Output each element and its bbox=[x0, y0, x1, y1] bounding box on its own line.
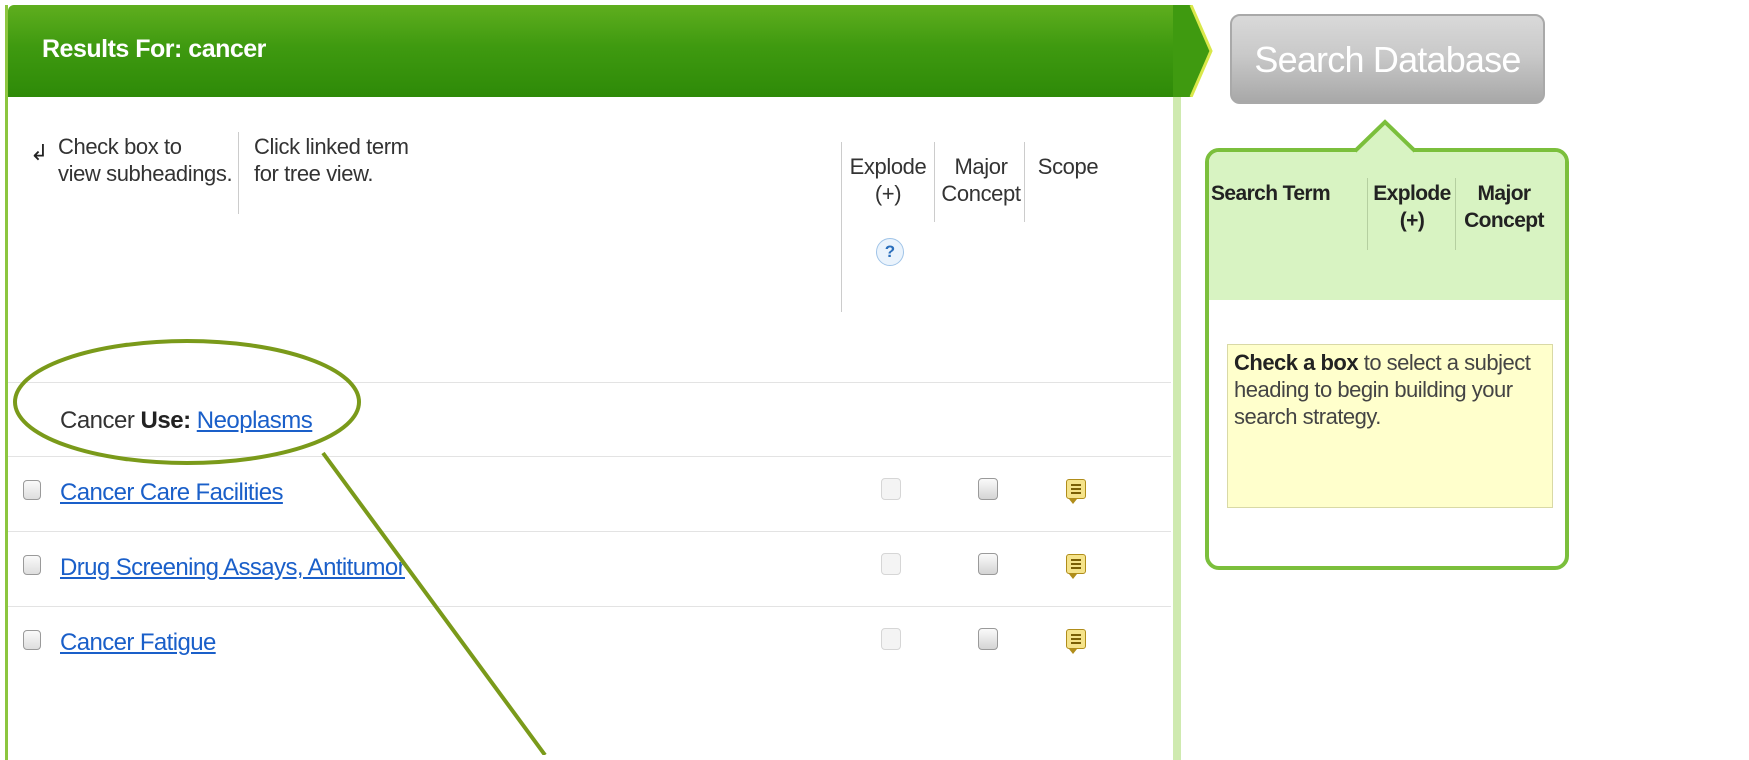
link-hint-line2: for tree view. bbox=[254, 161, 374, 186]
table-row: Drug Screening Assays, Antitumor bbox=[8, 531, 1171, 607]
subheadings-checkbox[interactable] bbox=[23, 555, 41, 575]
builder-explode-line1: Explode bbox=[1373, 182, 1451, 205]
major-concept-checkbox[interactable] bbox=[978, 628, 998, 650]
builder-major-line1: Major bbox=[1477, 182, 1531, 205]
term-link[interactable]: Drug Screening Assays, Antitumor bbox=[60, 554, 406, 582]
divider bbox=[1024, 142, 1025, 222]
link-hint: Click linked term for tree view. bbox=[254, 133, 409, 187]
scope-note-icon[interactable] bbox=[1066, 479, 1086, 504]
subheadings-checkbox[interactable] bbox=[23, 630, 41, 650]
search-database-button[interactable]: Search Database bbox=[1230, 14, 1545, 104]
use-reference-row: Cancer Use: Neoplasms bbox=[8, 382, 1171, 457]
scope-note-icon[interactable] bbox=[1066, 629, 1086, 654]
term-link[interactable]: Cancer Care Facilities bbox=[60, 479, 283, 507]
results-title: Results For: cancer bbox=[42, 35, 266, 63]
results-panel: Results For: cancer ↲ Check box to view … bbox=[5, 5, 1213, 760]
use-label: Use: bbox=[140, 407, 192, 434]
explode-header-line1: Explode bbox=[849, 154, 927, 179]
results-header: Results For: cancer bbox=[8, 5, 1173, 97]
builder-explode-header: Explode (+) bbox=[1369, 180, 1455, 234]
major-header-line1: Major bbox=[954, 154, 1008, 179]
divider bbox=[238, 132, 239, 214]
explode-checkbox[interactable] bbox=[881, 553, 901, 575]
help-icon[interactable]: ? bbox=[876, 238, 904, 266]
divider bbox=[841, 142, 842, 312]
panel-right-border bbox=[1173, 97, 1181, 760]
use-term: Cancer bbox=[60, 407, 135, 434]
use-reference-text: Cancer Use: Neoplasms bbox=[60, 407, 313, 435]
explode-checkbox[interactable] bbox=[881, 628, 901, 650]
link-hint-line1: Click linked term bbox=[254, 134, 409, 159]
search-builder-header: Search Term Explode (+) Major Concept bbox=[1209, 152, 1565, 300]
scope-note-icon[interactable] bbox=[1066, 554, 1086, 579]
major-concept-column-header: Major Concept bbox=[936, 153, 1026, 207]
panel-pointer-icon bbox=[1355, 119, 1415, 153]
down-arrow-icon: ↲ bbox=[30, 140, 49, 165]
hint-bold: Check a box bbox=[1234, 350, 1359, 375]
search-builder-panel: Search Term Explode (+) Major Concept Ch… bbox=[1205, 148, 1569, 570]
scope-column-header: Scope bbox=[1037, 154, 1099, 179]
column-instructions: ↲ Check box to view subheadings. Click l… bbox=[8, 97, 1168, 387]
explode-header-line2: (+) bbox=[874, 181, 902, 206]
search-term-header: Search Term bbox=[1211, 182, 1331, 205]
builder-major-line2: Concept bbox=[1464, 209, 1544, 232]
explode-checkbox[interactable] bbox=[881, 478, 901, 500]
builder-explode-line2: (+) bbox=[1399, 209, 1425, 232]
builder-major-header: Major Concept bbox=[1459, 180, 1549, 234]
major-header-line2: Concept bbox=[941, 181, 1021, 206]
table-row: Cancer Fatigue bbox=[8, 606, 1171, 682]
header-arrow-icon bbox=[1173, 5, 1213, 97]
explode-column-header: Explode (+) bbox=[848, 153, 928, 207]
table-row: Cancer Care Facilities bbox=[8, 456, 1171, 532]
major-concept-checkbox[interactable] bbox=[978, 478, 998, 500]
checkbox-hint: Check box to view subheadings. bbox=[58, 133, 233, 187]
checkbox-hint-line2: view subheadings. bbox=[58, 161, 233, 186]
builder-hint: Check a box to select a subject heading … bbox=[1227, 344, 1553, 508]
neoplasms-link[interactable]: Neoplasms bbox=[197, 407, 313, 434]
subheadings-checkbox[interactable] bbox=[23, 480, 41, 500]
divider bbox=[1455, 178, 1456, 250]
divider bbox=[1367, 178, 1368, 250]
checkbox-hint-line1: Check box to bbox=[58, 134, 182, 159]
major-concept-checkbox[interactable] bbox=[978, 553, 998, 575]
divider bbox=[934, 142, 935, 222]
term-link[interactable]: Cancer Fatigue bbox=[60, 629, 216, 657]
